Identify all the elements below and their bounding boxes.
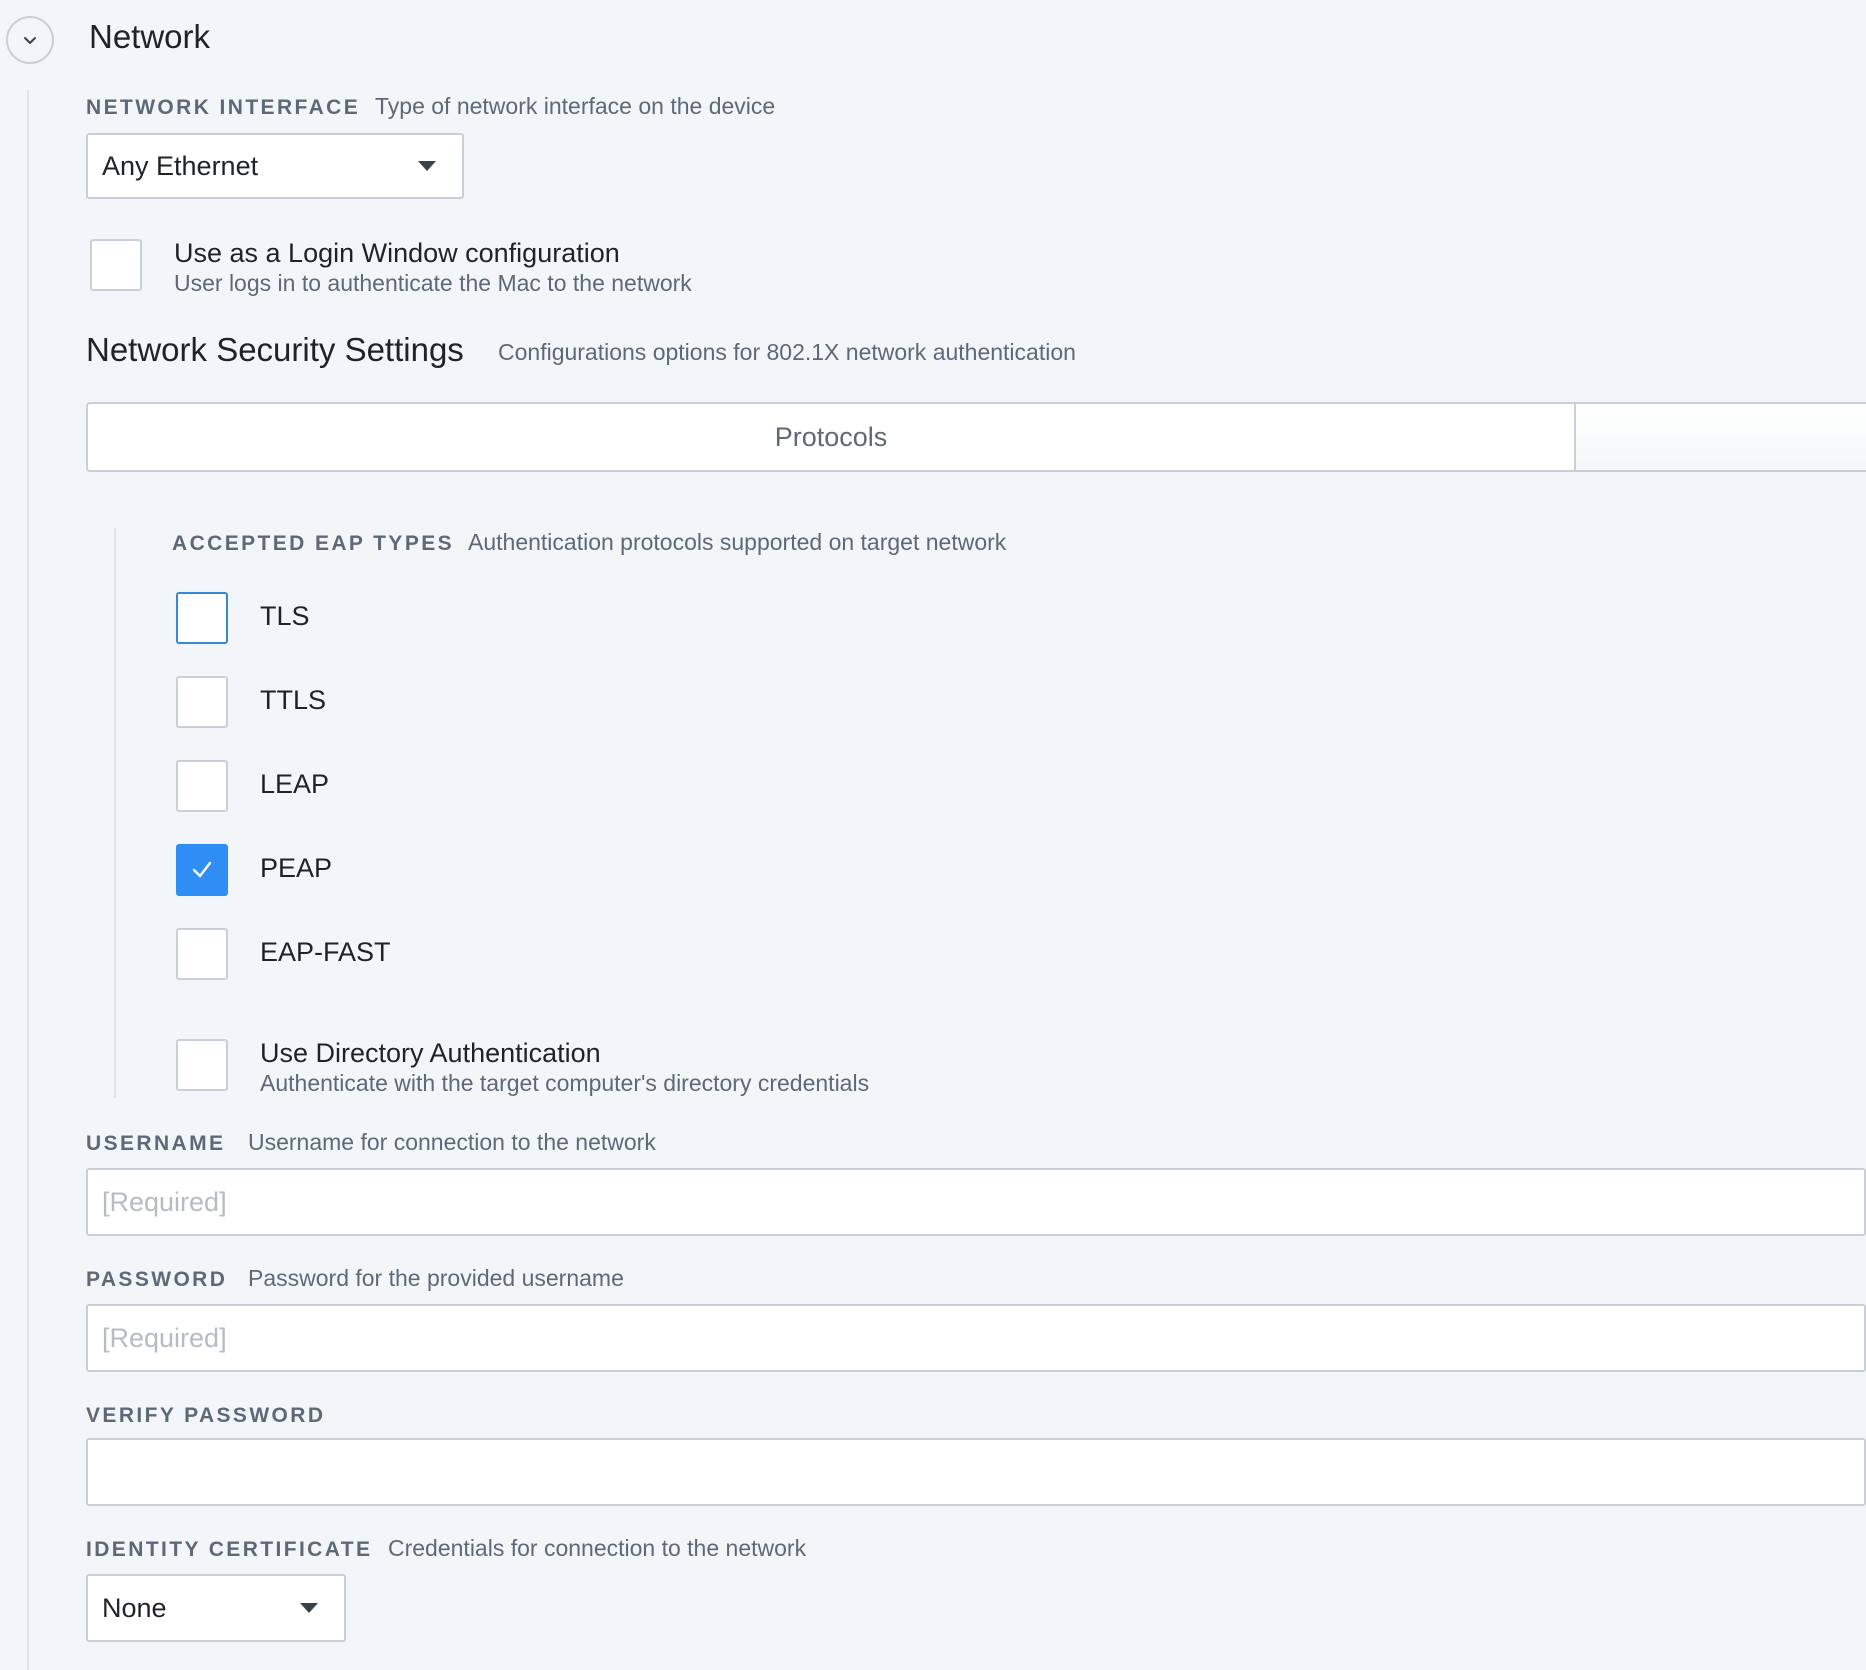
chevron-down-icon bbox=[24, 37, 36, 44]
network-interface-label: NETWORK INTERFACE bbox=[86, 96, 361, 119]
network-interface-select[interactable]: Any Ethernet bbox=[86, 133, 464, 199]
identity-certificate-description: Credentials for connection to the networ… bbox=[388, 1535, 807, 1561]
eap-types-description: Authentication protocols supported on ta… bbox=[468, 529, 1007, 555]
eap-types-label: ACCEPTED EAP TYPES bbox=[172, 532, 455, 555]
login-window-description: User logs in to authenticate the Mac to … bbox=[174, 270, 692, 296]
eap-label-leap: LEAP bbox=[260, 769, 330, 799]
network-interface-description: Type of network interface on the device bbox=[375, 93, 776, 119]
caret-down-icon bbox=[300, 1603, 318, 1613]
checkmark-icon bbox=[192, 861, 212, 878]
login-window-checkbox[interactable] bbox=[90, 239, 142, 291]
network-payload-panel: Network NETWORK INTERFACE Type of networ… bbox=[0, 0, 1866, 1670]
protocols-rail-divider bbox=[114, 528, 116, 1098]
eap-label-eap-fast: EAP-FAST bbox=[260, 937, 391, 967]
collapse-section-button[interactable] bbox=[6, 16, 54, 64]
identity-certificate-select[interactable]: None bbox=[86, 1574, 346, 1642]
verify-password-label: VERIFY PASSWORD bbox=[86, 1404, 326, 1427]
password-description: Password for the provided username bbox=[248, 1265, 624, 1291]
directory-auth-label: Use Directory Authentication bbox=[260, 1038, 601, 1068]
eap-checkbox-peap[interactable] bbox=[176, 844, 228, 896]
security-tab-bar: Protocols bbox=[86, 402, 1866, 472]
directory-auth-description: Authenticate with the target computer's … bbox=[260, 1070, 870, 1096]
tab-next[interactable] bbox=[1576, 404, 1866, 470]
section-title: Network bbox=[89, 18, 211, 55]
login-window-label: Use as a Login Window configuration bbox=[174, 238, 620, 268]
eap-label-ttls: TTLS bbox=[260, 685, 327, 715]
security-settings-description: Configurations options for 802.1X networ… bbox=[498, 339, 1076, 365]
security-settings-title: Network Security Settings bbox=[86, 331, 464, 368]
section-rail-divider bbox=[27, 90, 29, 1670]
identity-certificate-selected-value: None bbox=[102, 1592, 167, 1623]
identity-certificate-label: IDENTITY CERTIFICATE bbox=[86, 1538, 373, 1561]
password-label: PASSWORD bbox=[86, 1268, 228, 1291]
directory-auth-checkbox[interactable] bbox=[176, 1039, 228, 1091]
eap-checkbox-leap[interactable] bbox=[176, 760, 228, 812]
eap-checkbox-tls[interactable] bbox=[176, 592, 228, 644]
password-input[interactable] bbox=[86, 1304, 1866, 1372]
username-label: USERNAME bbox=[86, 1132, 226, 1155]
eap-label-peap: PEAP bbox=[260, 853, 333, 883]
network-interface-selected-value: Any Ethernet bbox=[102, 150, 259, 181]
verify-password-input[interactable] bbox=[86, 1438, 1866, 1506]
eap-checkbox-eap-fast[interactable] bbox=[176, 928, 228, 980]
eap-label-tls: TLS bbox=[260, 601, 310, 631]
username-description: Username for connection to the network bbox=[248, 1129, 656, 1155]
tab-protocols[interactable]: Protocols bbox=[88, 404, 1574, 470]
eap-checkbox-ttls[interactable] bbox=[176, 676, 228, 728]
username-input[interactable] bbox=[86, 1168, 1866, 1236]
caret-down-icon bbox=[418, 161, 436, 171]
